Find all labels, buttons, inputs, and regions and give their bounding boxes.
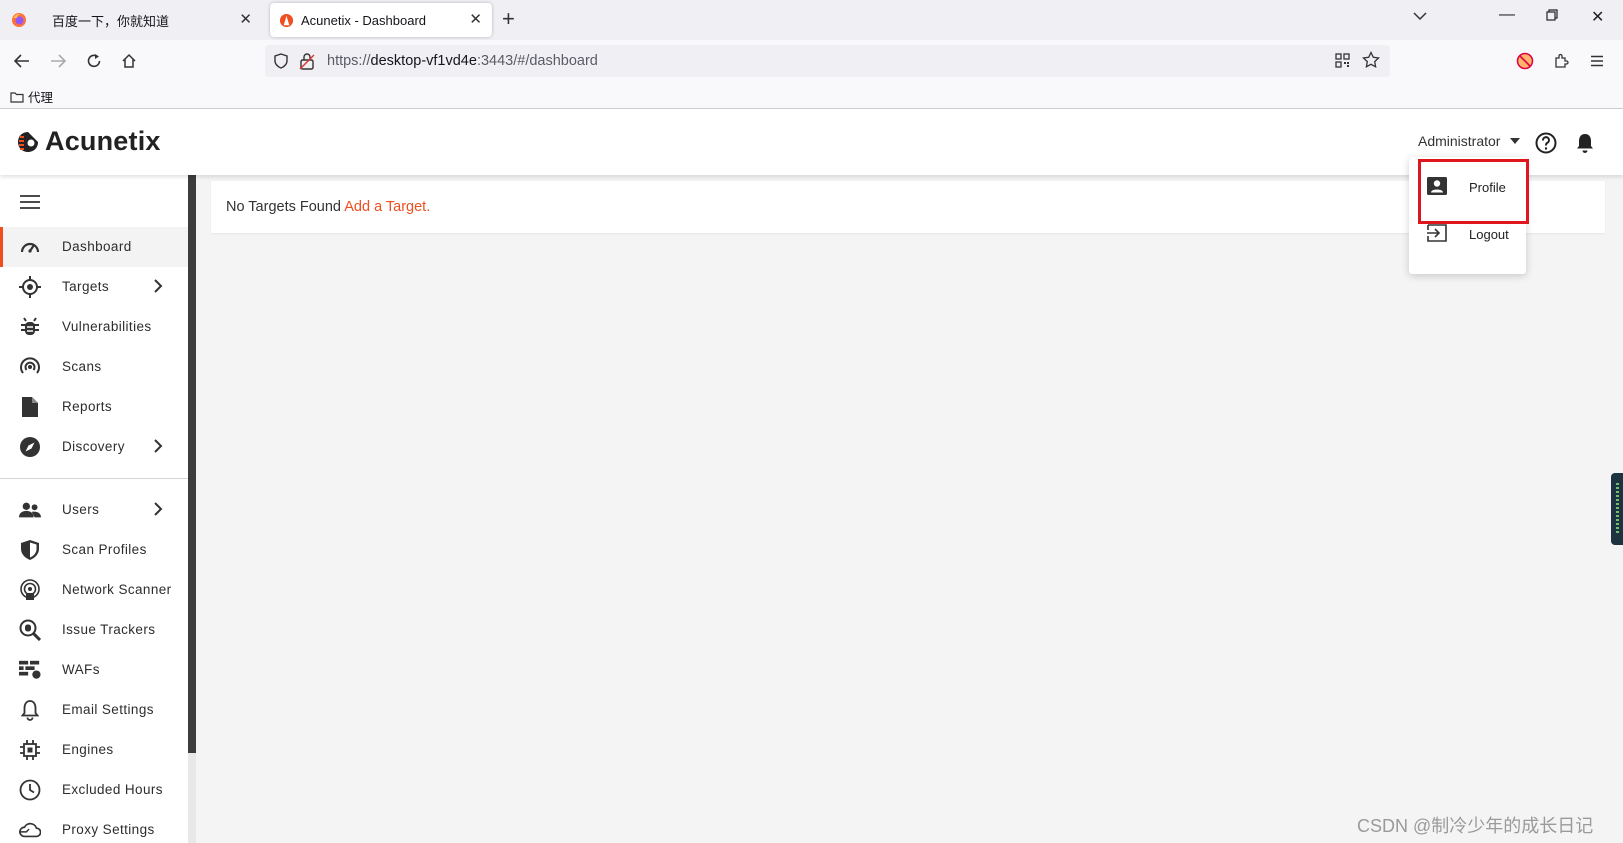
- annotation-highlight-box: [1418, 159, 1529, 224]
- cloud-icon: [19, 820, 41, 840]
- logo-text: Acunetix: [45, 126, 161, 156]
- sidebar-item-vulnerabilities[interactable]: Vulnerabilities: [0, 307, 188, 347]
- lock-warning-icon[interactable]: [299, 52, 315, 75]
- add-target-link[interactable]: Add a Target.: [344, 199, 430, 215]
- bookmark-label: 代理: [28, 91, 54, 105]
- sidebar-item-users[interactable]: Users: [0, 490, 188, 530]
- sidebar-item-discovery[interactable]: Discovery: [0, 427, 188, 467]
- user-menu-toggle[interactable]: Administrator: [1418, 133, 1521, 149]
- tab-title: Acunetix - Dashboard: [301, 12, 427, 28]
- new-tab-icon[interactable]: +: [502, 8, 515, 30]
- minimize-icon[interactable]: —: [1499, 6, 1515, 24]
- app-header: Acunetix Administrator: [0, 109, 1623, 175]
- help-icon[interactable]: [1535, 132, 1557, 159]
- chevron-right-icon: [153, 502, 163, 519]
- acunetix-logo-icon: [18, 131, 38, 152]
- firefox-icon[interactable]: [0, 0, 38, 40]
- forward-icon[interactable]: [47, 50, 69, 72]
- bug-icon: [19, 317, 41, 337]
- sidebar-divider: [0, 478, 188, 479]
- acunetix-logo[interactable]: Acunetix: [16, 126, 161, 157]
- close-tab-icon[interactable]: ✕: [469, 12, 482, 28]
- list-tabs-icon[interactable]: [1413, 8, 1427, 26]
- firewall-icon: [19, 660, 41, 680]
- url-bar[interactable]: https://desktop-vf1vd4e:3443/#/dashboard: [265, 45, 1390, 77]
- sidebar-item-dashboard[interactable]: Dashboard: [0, 227, 188, 267]
- url-text: https://desktop-vf1vd4e:3443/#/dashboard: [327, 53, 598, 69]
- restore-icon[interactable]: [1546, 8, 1558, 26]
- sidebar: Dashboard Targets Vulnerabilities Scans …: [0, 175, 190, 843]
- qr-code-icon[interactable]: [1335, 53, 1350, 73]
- sidebar-item-network-scanner[interactable]: Network Scanner: [0, 570, 188, 610]
- chip-icon: [19, 740, 41, 760]
- close-tab-icon[interactable]: ✕: [239, 12, 252, 28]
- chevron-right-icon: [153, 439, 163, 456]
- chevron-right-icon: [153, 279, 163, 296]
- acunetix-favicon: [278, 12, 294, 28]
- tab-baidu[interactable]: 百度一下，你就知道 ✕: [40, 3, 262, 37]
- sidebar-item-targets[interactable]: Targets: [0, 267, 188, 307]
- tracking-shield-icon[interactable]: [273, 53, 289, 74]
- shield-icon: [19, 540, 41, 560]
- sidebar-item-scan-profiles[interactable]: Scan Profiles: [0, 530, 188, 570]
- bookmark-star-icon[interactable]: [1362, 50, 1380, 74]
- username: Administrator: [1418, 133, 1501, 149]
- sidebar-item-excluded-hours[interactable]: Excluded Hours: [0, 770, 188, 810]
- report-icon: [19, 397, 41, 417]
- back-icon[interactable]: [11, 50, 33, 72]
- sidebar-item-email-settings[interactable]: Email Settings: [0, 690, 188, 730]
- scan-icon: [19, 357, 41, 377]
- home-icon[interactable]: [118, 50, 140, 72]
- app-menu-icon[interactable]: [1586, 50, 1608, 72]
- bell-outline-icon: [19, 700, 41, 721]
- sidebar-item-wafs[interactable]: WAFs: [0, 650, 188, 690]
- notifications-bell-icon[interactable]: [1575, 132, 1595, 159]
- sidebar-scrollbar-thumb[interactable]: [188, 175, 196, 753]
- bookmark-folder-proxy[interactable]: 代理: [10, 87, 53, 106]
- csdn-watermark: CSDN @制冷少年的成长日记: [1357, 816, 1594, 836]
- tab-acunetix[interactable]: Acunetix - Dashboard ✕: [270, 3, 492, 37]
- blocked-content-icon[interactable]: [1514, 50, 1536, 72]
- sidebar-item-engines[interactable]: Engines: [0, 730, 188, 770]
- sidebar-item-scans[interactable]: Scans: [0, 347, 188, 387]
- users-icon: [19, 500, 41, 520]
- close-window-icon[interactable]: ✕: [1591, 7, 1604, 27]
- tab-title: 百度一下，你就知道: [52, 13, 170, 29]
- dashboard-icon: [19, 237, 41, 257]
- folder-icon: [10, 91, 24, 103]
- caret-down-icon: [1510, 138, 1521, 144]
- bookmarks-toolbar: 代理: [0, 82, 1623, 109]
- browser-navbar: https://desktop-vf1vd4e:3443/#/dashboard: [0, 40, 1623, 82]
- hamburger-menu-icon[interactable]: [20, 195, 40, 214]
- browser-tab-strip: 百度一下，你就知道 ✕ Acunetix - Dashboard ✕ + — ✕: [0, 0, 1623, 40]
- issue-tracker-icon: [19, 619, 41, 641]
- sidebar-item-reports[interactable]: Reports: [0, 387, 188, 427]
- no-targets-card: No Targets Found Add a Target.: [211, 181, 1605, 233]
- reload-icon[interactable]: [83, 50, 105, 72]
- extensions-icon[interactable]: [1550, 50, 1572, 72]
- network-scanner-icon: [19, 579, 41, 600]
- targets-icon: [19, 276, 41, 298]
- page-scroll-handle[interactable]: [1611, 473, 1623, 545]
- sidebar-item-proxy-settings[interactable]: Proxy Settings: [0, 810, 188, 843]
- empty-state-message: No Targets Found Add a Target.: [226, 199, 431, 215]
- sidebar-scrollbar-track[interactable]: [188, 753, 196, 843]
- clock-icon: [19, 779, 41, 801]
- sidebar-item-issue-trackers[interactable]: Issue Trackers: [0, 610, 188, 650]
- logout-icon: [1427, 224, 1447, 245]
- main-content: No Targets Found Add a Target.: [196, 175, 1623, 843]
- compass-icon: [19, 437, 41, 457]
